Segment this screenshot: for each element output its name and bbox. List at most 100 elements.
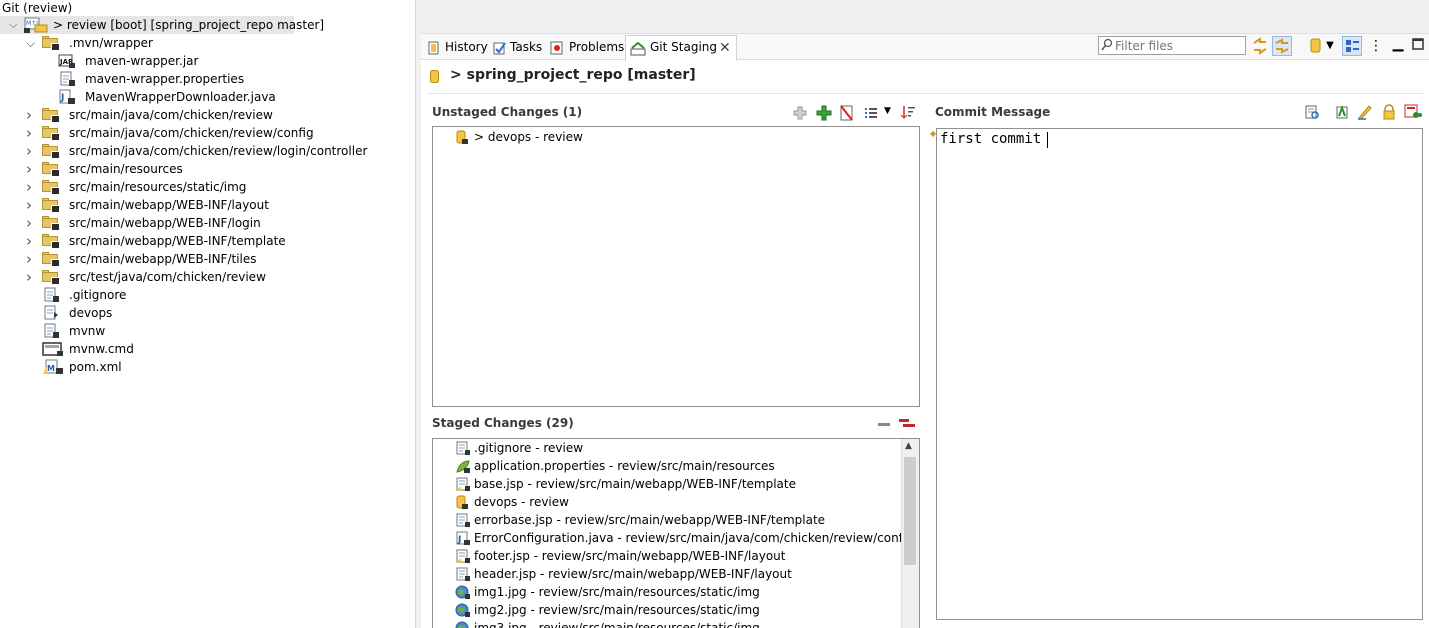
problems-icon (550, 40, 564, 62)
chevron-right-icon[interactable]: › (26, 124, 35, 142)
tree-item[interactable]: › src/main/webapp/WEB-INF/template (0, 232, 410, 250)
tree-root-review[interactable]: ⌵ M↑J > review [boot] [spring_project_re… (0, 16, 324, 34)
add-all-icon[interactable] (815, 104, 833, 125)
signed-off-icon[interactable] (1357, 104, 1373, 123)
chevron-right-icon[interactable]: › (26, 160, 35, 178)
chevron-right-icon[interactable]: › (26, 250, 35, 268)
chevron-down-icon[interactable]: ⌵ (26, 34, 35, 52)
tree-item[interactable]: JAR maven-wrapper.jar (0, 52, 410, 70)
folder-icon (42, 198, 60, 213)
jsp-file-icon (455, 549, 471, 569)
repository-icon (430, 70, 439, 83)
tree-item[interactable]: ⌵ .mvn/wrapper (0, 34, 410, 52)
chevron-right-icon[interactable]: › (26, 214, 35, 232)
folder-icon (42, 270, 60, 285)
chevron-right-icon[interactable]: › (26, 106, 35, 124)
folder-icon (42, 234, 60, 249)
tree-item[interactable]: › src/main/webapp/WEB-INF/tiles (0, 250, 410, 268)
filter-files-input[interactable] (1115, 38, 1241, 53)
tree-item[interactable]: › src/main/webapp/WEB-INF/layout (0, 196, 410, 214)
list-item-label: base.jsp - review/src/main/webapp/WEB-IN… (474, 477, 796, 491)
scroll-up-icon[interactable]: ▲ (905, 441, 912, 451)
tree-item[interactable]: J MavenWrapperDownloader.java (0, 88, 410, 106)
svg-text:J: J (457, 535, 461, 545)
tab-problems[interactable]: Problems (548, 36, 624, 58)
staged-list[interactable]: .gitignore - review application.propertie… (432, 438, 920, 628)
list-item-label: footer.jsp - review/src/main/webapp/WEB-… (474, 549, 786, 563)
folder-icon (42, 126, 60, 141)
list-item-label: ErrorConfiguration.java - review/src/mai… (474, 531, 914, 545)
tree-item[interactable]: › src/main/webapp/WEB-INF/login (0, 214, 410, 232)
ignore-icon[interactable] (839, 105, 855, 124)
tree-item-label: src/main/webapp/WEB-INF/layout (69, 198, 269, 212)
lock-icon[interactable] (1381, 104, 1397, 123)
tree-item[interactable]: devops (0, 304, 410, 322)
maven-pom-icon: M (42, 359, 64, 380)
unstaged-list[interactable]: > devops - review (432, 126, 920, 407)
tree-item[interactable]: mvnw.cmd (0, 340, 410, 358)
folder-icon (42, 162, 60, 177)
remove-all-icon[interactable] (898, 416, 916, 435)
chevron-right-icon[interactable]: › (26, 142, 35, 160)
tree-item-label: src/main/webapp/WEB-INF/login (69, 216, 261, 230)
list-item-label: devops - review (474, 495, 569, 509)
tab-history[interactable]: History (425, 36, 488, 58)
list-view-icon[interactable] (864, 106, 878, 123)
maximize-icon[interactable] (1410, 36, 1429, 56)
compare-mode-icon[interactable] (1250, 36, 1270, 56)
tree-item-label: src/main/resources/static/img (69, 180, 247, 194)
view-menu-icon[interactable]: ⋮ (1366, 36, 1386, 56)
tree-item[interactable]: › src/main/resources/static/img (0, 178, 410, 196)
tree-item[interactable]: .gitignore (0, 286, 410, 304)
tree-item[interactable]: › src/main/java/com/chicken/review (0, 106, 410, 124)
staged-scrollbar[interactable]: ▲ (901, 439, 919, 628)
tab-history-label: History (445, 40, 488, 54)
tree-root-label: > review [boot] [spring_project_repo mas… (53, 18, 325, 32)
chevron-right-icon[interactable]: › (26, 268, 35, 286)
minimize-icon[interactable]: ▁ (1388, 36, 1408, 56)
commit-message-text[interactable]: first commit (940, 131, 1041, 147)
tab-git-staging[interactable]: Git Staging ✕ (625, 35, 737, 61)
tree-item[interactable]: › src/main/resources (0, 160, 410, 178)
tree-item[interactable]: › src/test/java/com/chicken/review (0, 268, 410, 286)
repository-dropdown-icon[interactable]: ▼ (1324, 36, 1336, 56)
tree-item-label: src/main/java/com/chicken/review/login/c… (69, 144, 368, 158)
tree-item-label: .gitignore (69, 288, 127, 302)
tree-item[interactable]: Mpom.xml (0, 358, 410, 376)
file-icon (455, 441, 471, 461)
chevron-right-icon[interactable]: › (26, 178, 35, 196)
tree-item-label: MavenWrapperDownloader.java (85, 90, 276, 104)
close-icon[interactable]: ✕ (719, 37, 731, 59)
repository-icon[interactable] (1306, 36, 1326, 56)
link-selection-icon[interactable] (1272, 36, 1292, 56)
commit-message-editor[interactable]: first commit (936, 128, 1423, 620)
filter-files-field[interactable] (1098, 36, 1246, 55)
remove-icon[interactable] (877, 417, 891, 434)
list-item-label: .gitignore - review (474, 441, 584, 455)
text-cursor (1047, 132, 1048, 148)
add-icon[interactable] (792, 105, 808, 124)
tree-item-label: src/main/webapp/WEB-INF/tiles (69, 252, 257, 266)
sort-icon[interactable] (900, 104, 916, 123)
view-dropdown-icon[interactable]: ▼ (884, 106, 891, 116)
tab-tasks[interactable]: Tasks (491, 36, 545, 58)
change-id-icon[interactable] (1404, 104, 1422, 123)
tree-item[interactable]: › src/main/java/com/chicken/review/login/… (0, 142, 410, 160)
chevron-right-icon[interactable]: › (26, 232, 35, 250)
previous-commit-icon[interactable] (1304, 104, 1320, 123)
tree-item[interactable]: mvnw (0, 322, 410, 340)
git-staging-icon (630, 41, 646, 63)
amend-icon[interactable] (1334, 104, 1350, 123)
project-icon: M↑J (24, 17, 48, 33)
chevron-right-icon[interactable]: › (26, 196, 35, 214)
scrollbar-thumb[interactable] (904, 457, 916, 565)
tree-item-label: src/main/java/com/chicken/review/config (69, 126, 314, 140)
tree-item[interactable]: › src/main/java/com/chicken/review/config (0, 124, 410, 142)
chevron-down-icon[interactable]: ⌵ (9, 16, 18, 34)
view-divider[interactable] (415, 0, 421, 628)
presentation-icon[interactable] (1342, 36, 1362, 56)
file-icon (455, 513, 471, 533)
folder-icon (42, 108, 60, 123)
tree-item[interactable]: maven-wrapper.properties (0, 70, 410, 88)
folder-icon (42, 216, 60, 231)
